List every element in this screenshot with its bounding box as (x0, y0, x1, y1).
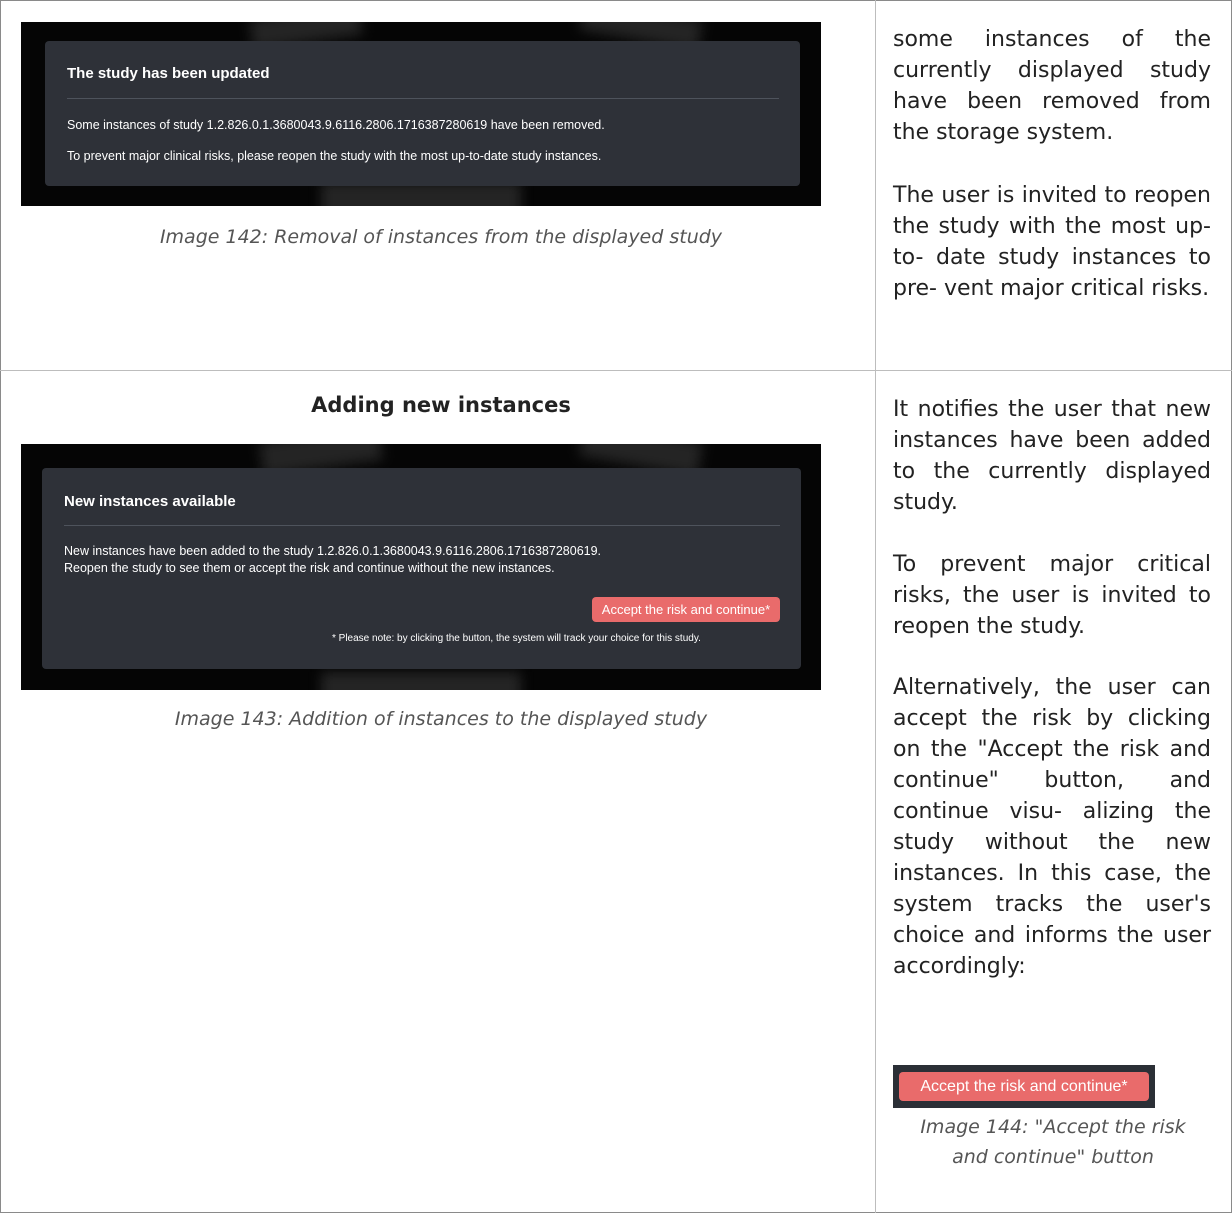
dialog-title: The study has been updated (67, 65, 270, 82)
removal-instruction: The user is invited to reopen the study … (893, 183, 1211, 301)
dialog-message-line-2: Reopen the study to see them or accept t… (64, 561, 555, 575)
dialog-separator (64, 525, 780, 526)
new-instances-dialog: New instances available New instances ha… (42, 468, 801, 669)
dialog-message-line-2: To prevent major clinical risks, please … (67, 149, 602, 163)
row-divider (0, 370, 1232, 371)
addition-risk-note: To prevent major critical risks, the use… (893, 552, 1211, 639)
image-caption-142: Image 142: Removal of instances from the… (159, 226, 723, 248)
caption-line-1: Image 144: "Accept the risk (920, 1116, 1186, 1138)
column-divider (875, 0, 876, 1213)
section-heading: Adding new instances (311, 393, 571, 417)
addition-screenshot: New instances available New instances ha… (21, 444, 821, 690)
study-updated-dialog: The study has been updated Some instance… (45, 41, 800, 186)
accept-risk-button[interactable]: Accept the risk and continue* (592, 597, 780, 622)
dialog-message-line-1: New instances have been added to the stu… (64, 544, 602, 558)
dialog-tracking-note: * Please note: by clicking the button, t… (332, 633, 701, 644)
image-caption-143: Image 143: Addition of instances to the … (174, 708, 708, 730)
removal-screenshot: The study has been updated Some instance… (21, 22, 821, 206)
removal-description: some instances of the currently displaye… (893, 27, 1211, 145)
button-screenshot: Accept the risk and continue* (893, 1065, 1155, 1108)
dialog-separator (67, 98, 779, 99)
image-caption-144: Image 144: "Accept the risk and continue… (890, 1112, 1216, 1172)
accept-risk-button-image: Accept the risk and continue* (899, 1072, 1149, 1101)
addition-alternative: Alternatively, the user can accept the r… (893, 675, 1211, 979)
caption-line-2: and continue" button (952, 1146, 1154, 1168)
dialog-title: New instances available (64, 493, 236, 510)
addition-description: It notifies the user that new instances … (893, 397, 1211, 515)
dialog-message-line-1: Some instances of study 1.2.826.0.1.3680… (67, 118, 605, 132)
